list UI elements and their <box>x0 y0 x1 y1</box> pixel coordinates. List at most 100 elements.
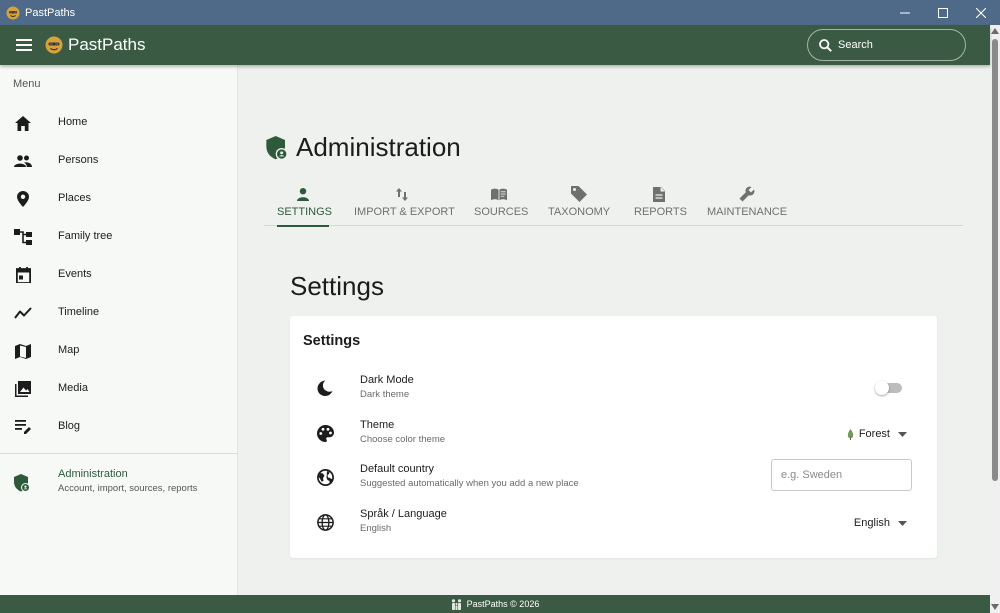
setting-label: Default country <box>360 463 434 475</box>
main-content: Administration SETTINGS IMPORT & EXPORT … <box>238 65 990 595</box>
book-icon <box>491 186 507 202</box>
minimize-icon <box>900 12 910 13</box>
window-titlebar: PastPaths <box>0 0 1000 25</box>
chevron-down-icon <box>898 431 907 437</box>
tab-sources[interactable]: SOURCES <box>474 185 529 226</box>
tab-label: REPORTS <box>634 206 687 218</box>
theme-select-value: Forest <box>858 428 890 440</box>
sidebar-item-timeline[interactable]: Timeline <box>0 294 238 330</box>
settings-card: Settings Dark Mode Dark theme Theme Choo… <box>290 316 937 558</box>
moon-icon <box>316 379 334 397</box>
default-country-field[interactable] <box>771 459 912 491</box>
tab-label: SOURCES <box>474 206 529 218</box>
minimize-button[interactable] <box>886 0 924 25</box>
sidebar-divider <box>0 453 238 454</box>
maximize-icon <box>938 7 948 18</box>
people-icon <box>14 152 32 170</box>
sidebar-item-places[interactable]: Places <box>0 180 238 216</box>
tab-reports[interactable]: REPORTS <box>634 185 687 226</box>
setting-row-theme: Theme Choose color theme Forest <box>290 415 937 455</box>
sidebar-item-label: Map <box>58 344 80 356</box>
sidebar-item-label: Family tree <box>58 230 113 242</box>
setting-label: Theme <box>360 419 395 431</box>
sidebar: Menu Home Persons Places Family tree Eve… <box>0 65 238 595</box>
admin-shield-icon <box>266 135 288 160</box>
tab-taxonomy[interactable]: TAXONOMY <box>548 185 610 226</box>
language-select[interactable]: English <box>849 515 907 531</box>
sidebar-item-blog[interactable]: Blog <box>0 408 238 444</box>
vertical-scrollbar[interactable] <box>990 25 1000 613</box>
app-bar: PastPaths <box>0 25 990 65</box>
search-icon <box>819 38 832 52</box>
setting-label: Dark Mode <box>360 374 414 386</box>
sidebar-item-label: Home <box>58 116 88 128</box>
app-name: PastPaths <box>68 35 146 54</box>
close-button[interactable] <box>962 0 1000 25</box>
sidebar-item-label: Places <box>58 192 92 204</box>
chevron-down-icon <box>898 520 907 526</box>
setting-row-dark-mode: Dark Mode Dark theme <box>290 370 937 410</box>
sidebar-item-media[interactable]: Media <box>0 370 238 406</box>
admin-tabs: SETTINGS IMPORT & EXPORT SOURCES TAXONOM… <box>264 185 963 227</box>
palette-icon <box>316 424 334 442</box>
scrollbar-thumb[interactable] <box>992 39 998 481</box>
tag-icon <box>571 186 587 202</box>
report-icon <box>651 186 667 202</box>
language-globe-icon <box>316 513 334 531</box>
sidebar-item-administration[interactable]: Administration Account, import, sources,… <box>0 463 238 503</box>
scroll-up-arrow-icon[interactable] <box>991 28 999 34</box>
app-logo-icon <box>6 6 20 19</box>
footer: PastPaths © 2026 <box>0 595 990 613</box>
setting-label: Språk / Language <box>360 508 447 520</box>
globe-icon <box>316 468 334 486</box>
sidebar-item-sublabel: Account, import, sources, reports <box>58 483 198 494</box>
tab-import-export[interactable]: IMPORT & EXPORT <box>354 185 455 226</box>
language-select-value: English <box>853 517 890 529</box>
sidebar-header: Menu <box>13 78 41 90</box>
page-title: Administration <box>296 132 461 162</box>
forest-tree-icon <box>847 428 853 440</box>
search-field[interactable] <box>807 29 966 61</box>
tab-label: MAINTENANCE <box>707 206 788 218</box>
app-logo-icon <box>45 36 63 54</box>
map-pin-icon <box>14 190 32 208</box>
tab-label: SETTINGS <box>277 206 333 218</box>
close-icon <box>976 7 986 18</box>
sidebar-item-label: Persons <box>58 154 99 166</box>
sidebar-item-persons[interactable]: Persons <box>0 142 238 178</box>
sidebar-item-label: Administration <box>58 468 128 480</box>
family-icon <box>451 598 461 610</box>
theme-select[interactable]: Forest <box>847 426 907 442</box>
active-tab-indicator <box>277 225 329 227</box>
footer-text: PastPaths © 2026 <box>466 599 540 609</box>
import-export-icon <box>394 186 410 202</box>
tab-settings[interactable]: SETTINGS <box>277 185 333 227</box>
sidebar-item-map[interactable]: Map <box>0 332 238 368</box>
section-title: Settings <box>290 271 384 301</box>
sidebar-item-events[interactable]: Events <box>0 256 238 292</box>
scroll-down-arrow-icon[interactable] <box>991 604 999 610</box>
tab-maintenance[interactable]: MAINTENANCE <box>707 185 787 226</box>
sidebar-item-home[interactable]: Home <box>0 104 238 140</box>
default-country-input[interactable] <box>781 469 901 481</box>
sidebar-item-label: Blog <box>58 420 81 432</box>
window-title: PastPaths <box>25 6 76 19</box>
sidebar-item-label: Events <box>58 268 92 280</box>
maximize-button[interactable] <box>924 0 962 25</box>
setting-description: Choose color theme <box>360 434 446 445</box>
search-input[interactable] <box>838 39 948 51</box>
sidebar-item-family-tree[interactable]: Family tree <box>0 218 238 254</box>
sidebar-item-label: Media <box>58 382 88 394</box>
family-tree-icon <box>14 228 32 246</box>
setting-row-default-country: Default country Suggested automatically … <box>290 459 937 499</box>
dark-mode-toggle[interactable] <box>875 381 903 395</box>
tab-label: TAXONOMY <box>548 206 611 218</box>
setting-description: Dark theme <box>360 389 410 400</box>
blog-icon <box>14 418 32 436</box>
hamburger-menu-button[interactable] <box>13 34 35 56</box>
setting-description: Suggested automatically when you add a n… <box>360 478 579 489</box>
tab-label: IMPORT & EXPORT <box>354 206 455 218</box>
map-icon <box>14 342 32 360</box>
setting-description: English <box>360 523 392 534</box>
admin-shield-icon <box>14 474 30 497</box>
